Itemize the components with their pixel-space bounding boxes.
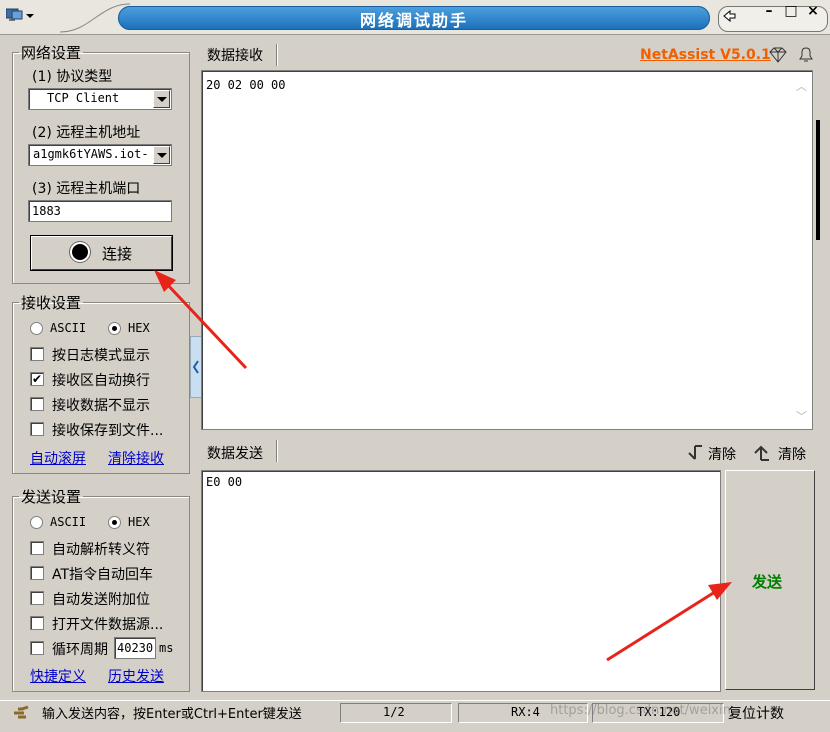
receive-ascii-label: ASCII xyxy=(50,321,87,335)
protocol-label: (1) 协议类型 xyxy=(32,69,113,85)
hide-data-checkbox[interactable] xyxy=(30,397,44,411)
scroll-down-icon[interactable]: ﹀ xyxy=(796,408,807,424)
file-source-label: 打开文件数据源... xyxy=(52,617,164,633)
port-input[interactable]: 1883 xyxy=(28,200,172,222)
record-icon xyxy=(72,244,88,260)
receive-content: 20 02 00 00 xyxy=(206,78,286,92)
app-menu-icon[interactable] xyxy=(5,8,34,24)
window-edge xyxy=(816,120,820,240)
at-return-label: AT指令自动回车 xyxy=(52,567,154,583)
chevron-down-icon[interactable] xyxy=(153,146,170,164)
loop-unit: ms xyxy=(159,641,174,655)
send-content: E0 00 xyxy=(206,475,243,489)
protocol-value: TCP Client xyxy=(47,91,120,105)
receive-scrollbar[interactable]: ︿ ﹀ xyxy=(793,72,810,427)
bell-icon[interactable] xyxy=(796,46,816,68)
brand-link[interactable]: NetAssist V5.0.1 xyxy=(640,47,771,63)
connect-button[interactable]: 连接 xyxy=(31,236,172,270)
clear-all-button[interactable]: 清除 xyxy=(778,444,806,464)
connect-label: 连接 xyxy=(102,245,133,263)
chevron-down-icon[interactable] xyxy=(153,90,170,108)
receive-textarea[interactable]: 20 02 00 00 xyxy=(201,70,813,430)
auto-wrap-checkbox[interactable]: ✔ xyxy=(30,372,44,386)
send-hex-radio[interactable] xyxy=(108,516,121,529)
send-settings-legend: 发送设置 xyxy=(21,488,82,506)
hand-icon xyxy=(12,705,32,725)
window-title: 网络调试助手 xyxy=(359,11,468,30)
clear-send-button[interactable]: 清除 xyxy=(708,444,736,464)
history-link[interactable]: 历史发送 xyxy=(108,666,164,686)
send-hex-label: HEX xyxy=(128,515,150,529)
diamond-icon[interactable] xyxy=(768,46,788,68)
close-button[interactable]: × xyxy=(802,3,824,19)
receive-hex-label: HEX xyxy=(128,321,150,335)
receive-settings-legend: 接收设置 xyxy=(21,294,82,312)
send-ascii-label: ASCII xyxy=(50,515,87,529)
host-select[interactable]: a1gmk6tYAWS.iot- xyxy=(28,144,172,166)
log-mode-label: 按日志模式显示 xyxy=(52,348,150,364)
loop-checkbox[interactable] xyxy=(30,641,44,655)
escape-label: 自动解析转义符 xyxy=(52,542,150,558)
send-button[interactable]: 发送 xyxy=(725,470,815,690)
auto-wrap-label: 接收区自动换行 xyxy=(52,373,150,389)
hide-data-label: 接收数据不显示 xyxy=(52,398,150,414)
maximize-button[interactable]: □ xyxy=(780,3,802,19)
status-rx: RX:4 xyxy=(511,705,540,719)
tab-receive[interactable]: 数据接收 xyxy=(204,44,277,66)
status-page: 1/2 xyxy=(383,705,405,719)
port-label: (3) 远程主机端口 xyxy=(32,181,141,197)
clear-send-up-icon[interactable] xyxy=(752,444,770,466)
tab-send-label: 数据发送 xyxy=(207,446,263,462)
status-page-cell: 1/2 xyxy=(340,703,452,723)
shortcut-link[interactable]: 快捷定义 xyxy=(30,666,86,686)
pin-icon[interactable] xyxy=(722,8,738,28)
append-bit-label: 自动发送附加位 xyxy=(52,592,150,608)
minimize-button[interactable]: – xyxy=(758,3,780,19)
send-textarea[interactable]: E0 00 xyxy=(201,470,721,692)
send-button-label: 发送 xyxy=(752,573,783,591)
clear-receive-link[interactable]: 清除接收 xyxy=(108,448,164,468)
clear-send-down-icon[interactable] xyxy=(686,444,704,466)
status-hint: 输入发送内容，按Enter或Ctrl+Enter键发送 xyxy=(42,707,302,722)
at-return-checkbox[interactable] xyxy=(30,566,44,580)
network-settings-legend: 网络设置 xyxy=(21,44,82,62)
send-ascii-radio[interactable] xyxy=(30,516,43,529)
save-file-checkbox[interactable] xyxy=(30,422,44,436)
log-mode-checkbox[interactable] xyxy=(30,347,44,361)
auto-scroll-link[interactable]: 自动滚屏 xyxy=(30,448,86,468)
file-source-checkbox[interactable] xyxy=(30,616,44,630)
receive-hex-radio[interactable] xyxy=(108,322,121,335)
tab-receive-label: 数据接收 xyxy=(207,48,263,64)
host-value: a1gmk6tYAWS.iot- xyxy=(33,147,149,161)
append-bit-checkbox[interactable] xyxy=(30,591,44,605)
receive-ascii-radio[interactable] xyxy=(30,322,43,335)
loop-period-value: 40230 xyxy=(117,641,154,655)
port-value: 1883 xyxy=(32,204,61,218)
escape-checkbox[interactable] xyxy=(30,541,44,555)
scroll-up-icon[interactable]: ︿ xyxy=(796,78,807,94)
loop-period-input[interactable]: 40230 xyxy=(114,637,156,659)
tab-send[interactable]: 数据发送 xyxy=(204,440,277,462)
protocol-select[interactable]: TCP Client xyxy=(28,88,172,110)
save-file-label: 接收保存到文件... xyxy=(52,423,164,439)
watermark: https://blog.csdn.net/weixin_ xyxy=(550,703,738,718)
host-label: (2) 远程主机地址 xyxy=(32,125,141,141)
loop-label: 循环周期 xyxy=(52,642,108,658)
